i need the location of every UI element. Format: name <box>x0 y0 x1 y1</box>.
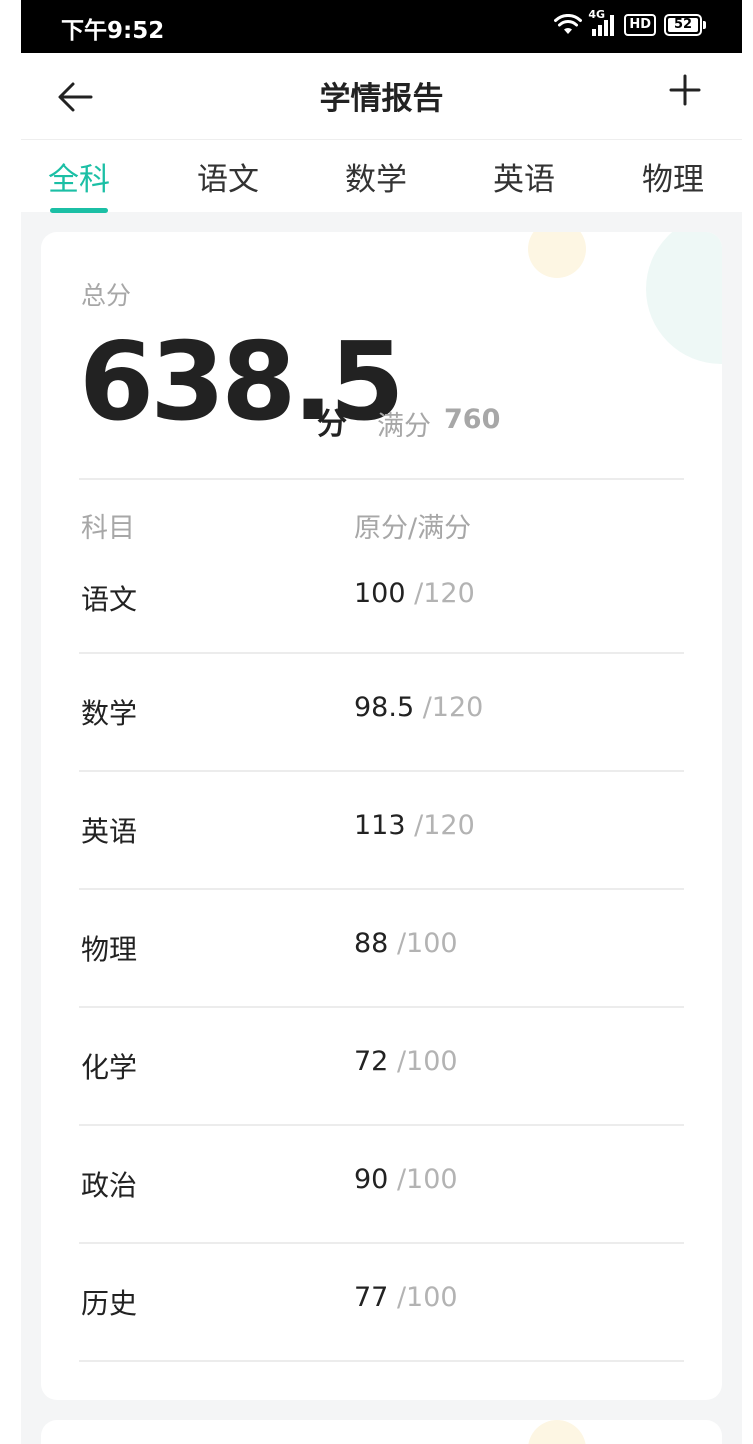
raw-score: 72 <box>354 1046 389 1077</box>
full-score: /100 <box>388 1046 458 1077</box>
row-score: 98.5 /120 <box>354 692 483 723</box>
status-bar: 下午9:52 4G HD 52 <box>21 0 742 53</box>
total-score-label: 总分 <box>81 281 132 310</box>
row-subject: 物理 <box>81 933 138 966</box>
row-score: 88 /100 <box>354 928 458 959</box>
table-row: 物理 88 /100 <box>79 890 684 1008</box>
row-subject: 语文 <box>81 583 138 616</box>
decoration-circle <box>528 1420 586 1444</box>
full-score: /100 <box>388 1282 458 1313</box>
tab-english[interactable]: 英语 <box>493 154 555 199</box>
full-score: /120 <box>414 692 484 723</box>
total-score-value: 638.5 <box>79 320 405 445</box>
network-type: 4G <box>588 8 606 21</box>
table-row: 化学 72 /100 <box>79 1008 684 1126</box>
row-score: 77 /100 <box>354 1282 458 1313</box>
row-score: 90 /100 <box>354 1164 458 1195</box>
row-score: 72 /100 <box>354 1046 458 1077</box>
row-score: 100 /120 <box>354 578 475 609</box>
full-score-label: 满分 <box>377 411 431 442</box>
table-row: 英语 113 /120 <box>79 772 684 890</box>
full-score-value: 760 <box>444 404 501 435</box>
tab-math[interactable]: 数学 <box>345 154 407 199</box>
raw-score: 113 <box>354 810 406 841</box>
decoration-circle <box>528 232 586 278</box>
plus-icon[interactable] <box>668 73 702 107</box>
raw-score: 100 <box>354 578 406 609</box>
table-row: 历史 77 /100 <box>79 1244 684 1362</box>
table-row: 政治 90 /100 <box>79 1126 684 1244</box>
raw-score: 88 <box>354 928 389 959</box>
divider <box>79 478 684 480</box>
raw-score: 98.5 <box>354 692 415 723</box>
subject-tabs: 全科 语文 数学 英语 物理 <box>21 140 742 213</box>
wifi-icon <box>554 14 583 36</box>
score-unit: 分 <box>317 407 347 442</box>
row-subject: 化学 <box>81 1051 138 1084</box>
full-score: /100 <box>388 928 458 959</box>
raw-score: 77 <box>354 1282 389 1313</box>
score-card: 总分 638.5 分 满分 760 科目 原分/满分 语文 100 /120 数… <box>41 232 722 1400</box>
table-row: 语文 100 /120 <box>79 538 684 654</box>
row-subject: 历史 <box>81 1287 138 1320</box>
row-score: 113 /120 <box>354 810 475 841</box>
full-score: /100 <box>388 1164 458 1195</box>
raw-score: 90 <box>354 1164 389 1195</box>
full-score: /120 <box>405 578 475 609</box>
row-subject: 数学 <box>81 697 138 730</box>
battery-icon: 52 <box>664 14 706 36</box>
tab-chinese[interactable]: 语文 <box>197 154 259 199</box>
full-score: /120 <box>405 810 475 841</box>
tab-physics[interactable]: 物理 <box>642 154 704 199</box>
nav-bar: 学情报告 <box>21 53 742 140</box>
phone-screen: 下午9:52 4G HD 52 学情报告 全科 语文 数学 英语 物理 总分 6… <box>21 0 742 1444</box>
status-time: 下午9:52 <box>61 18 165 44</box>
row-subject: 政治 <box>81 1169 138 1202</box>
status-icons: 4G HD 52 <box>554 8 706 38</box>
page-title: 学情报告 <box>319 81 444 117</box>
active-tab-indicator <box>50 208 108 213</box>
score-table: 语文 100 /120 数学 98.5 /120 英语 113 /120 物理 … <box>79 538 684 1362</box>
battery-level: 52 <box>673 17 693 32</box>
decoration-circle <box>646 232 722 364</box>
row-subject: 英语 <box>81 815 138 848</box>
cellular-signal-icon: 4G <box>588 8 616 36</box>
table-row: 数学 98.5 /120 <box>79 654 684 772</box>
tab-all-subjects[interactable]: 全科 <box>48 154 110 199</box>
hd-badge: HD <box>624 14 656 36</box>
next-card <box>41 1420 722 1444</box>
